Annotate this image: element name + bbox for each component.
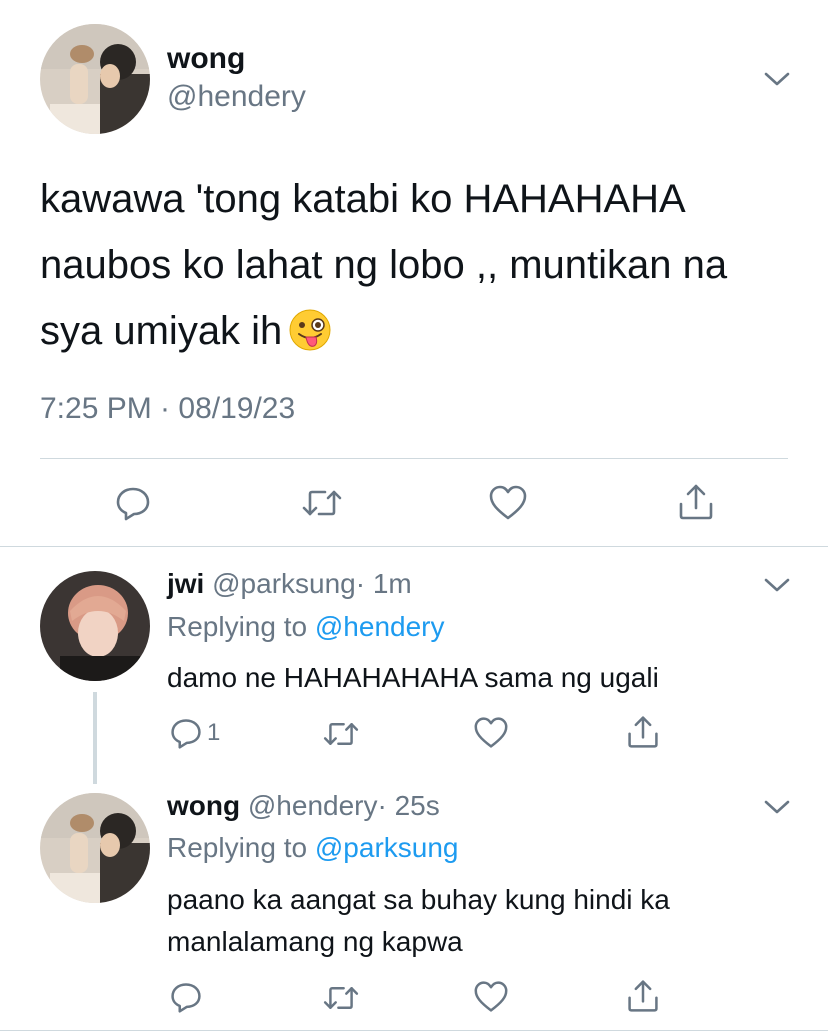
author-avatar[interactable]: [40, 24, 150, 134]
chevron-down-icon[interactable]: [763, 70, 791, 88]
divider: [0, 1030, 828, 1031]
chevron-down-icon[interactable]: [763, 798, 791, 816]
retweet-icon: [323, 987, 359, 1009]
reply-author-name[interactable]: jwi: [167, 568, 204, 599]
mention-link[interactable]: @hendery: [315, 611, 445, 642]
thread-line: [93, 692, 97, 784]
tweet-timestamp[interactable]: 7:25 PM · 08/19/23: [40, 392, 295, 426]
share-button[interactable]: [626, 978, 660, 1014]
replying-to-label: Replying to: [167, 611, 308, 642]
reply-icon: [171, 719, 201, 749]
retweet-button[interactable]: [322, 719, 360, 749]
reply-icon: [171, 983, 201, 1013]
like-button[interactable]: [488, 484, 528, 522]
winking-face-with-tongue-icon: [288, 306, 332, 351]
share-icon: [628, 716, 658, 748]
mention-link[interactable]: @parksung: [315, 832, 459, 863]
reply-text-line: paano ka aangat sa buhay kung hindi ka: [167, 884, 670, 915]
heart-icon: [474, 717, 508, 748]
chevron-down-icon[interactable]: [763, 576, 791, 594]
reply-icon: [116, 487, 150, 521]
retweet-icon: [302, 490, 342, 516]
reply-avatar[interactable]: [40, 793, 150, 903]
reply-button[interactable]: [114, 484, 152, 522]
like-button[interactable]: [473, 716, 509, 750]
reply-text: paano ka aangat sa buhay kung hindi ka m…: [167, 879, 670, 963]
like-button[interactable]: [473, 980, 509, 1014]
share-button[interactable]: [626, 714, 660, 750]
tweet-text: kawawa 'tong katabi ko HAHAHAHA naubos k…: [40, 166, 800, 364]
replying-to-label: Replying to: [167, 832, 308, 863]
tweet-text-line: kawawa 'tong katabi ko HAHAHAHA: [40, 177, 686, 221]
reply-author-handle[interactable]: @hendery: [248, 790, 378, 821]
reply-button[interactable]: [169, 980, 203, 1014]
share-icon: [679, 484, 713, 520]
share-button[interactable]: [677, 482, 715, 522]
reply-text: damo ne HAHAHAHAHA sama ng ugali: [167, 662, 659, 693]
reply-time: · 1m: [355, 568, 412, 599]
reply-time: · 25s: [377, 790, 440, 821]
share-icon: [628, 980, 658, 1012]
divider: [40, 458, 788, 459]
heart-icon: [474, 981, 508, 1012]
tweet-text-line: naubos ko lahat ng lobo ,, muntikan na: [40, 243, 728, 287]
reply-count: 1: [207, 719, 221, 746]
reply-author-handle[interactable]: @parksung: [212, 568, 356, 599]
reply-button[interactable]: 1: [169, 716, 220, 750]
retweet-icon: [323, 723, 359, 745]
author-name[interactable]: wong: [167, 42, 245, 76]
heart-icon: [489, 485, 527, 520]
reply-author-name[interactable]: wong: [167, 790, 240, 821]
divider: [0, 546, 828, 547]
author-handle[interactable]: @hendery: [167, 80, 306, 114]
reply-avatar[interactable]: [40, 571, 150, 681]
retweet-button[interactable]: [322, 983, 360, 1013]
reply-text-line: manlalamang ng kapwa: [167, 926, 463, 957]
retweet-button[interactable]: [301, 486, 343, 520]
tweet-text-line: sya umiyak ih: [40, 309, 283, 353]
